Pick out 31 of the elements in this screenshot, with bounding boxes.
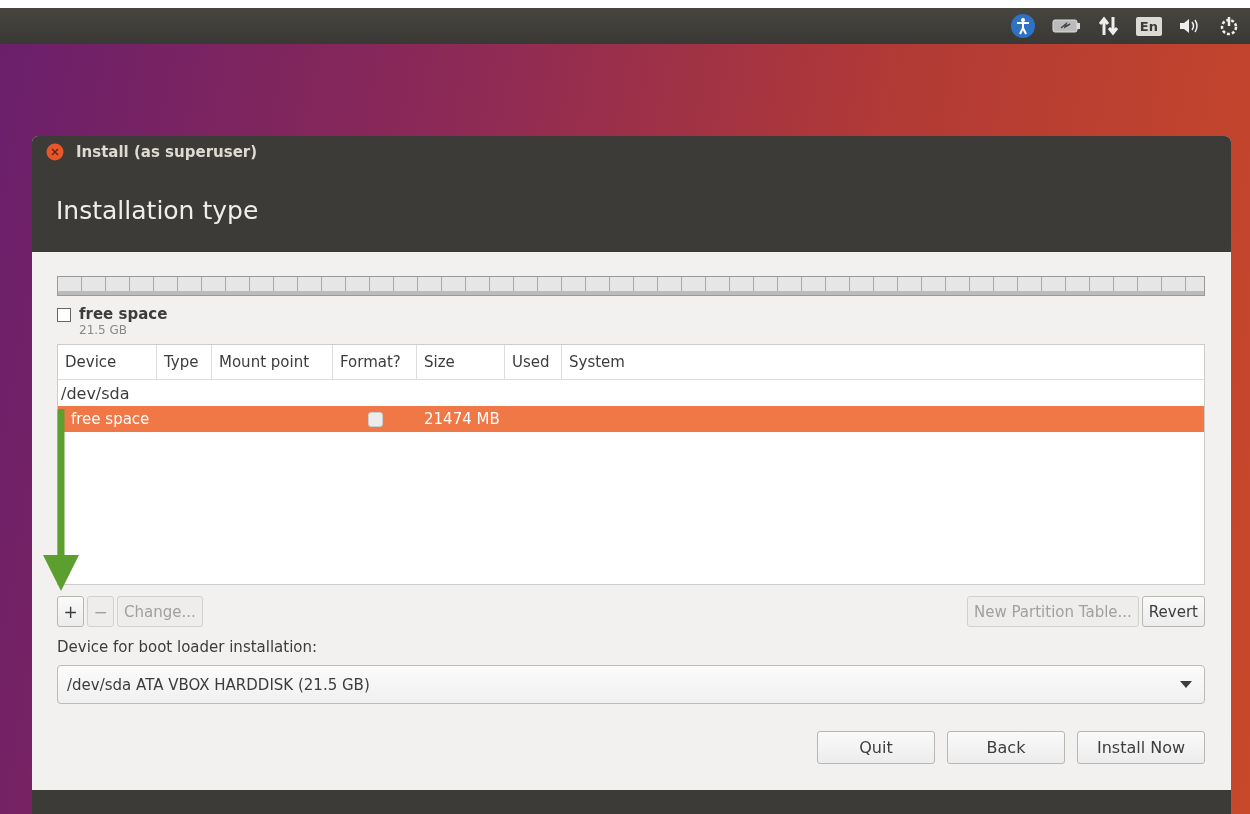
network-arrows-icon[interactable] [1097, 16, 1120, 36]
footer-button[interactable]: Install Now [1077, 731, 1205, 764]
dropdown-caret-icon [1180, 681, 1192, 688]
boot-device-dropdown[interactable]: /dev/sda ATA VBOX HARDDISK (21.5 GB) [57, 665, 1205, 704]
size-cell-text: 21474 MB [423, 410, 501, 428]
table-action-button[interactable]: Revert [1141, 596, 1205, 627]
table-row[interactable]: /dev/sda [58, 380, 1204, 406]
close-icon[interactable] [46, 143, 64, 161]
column-header[interactable]: Type [157, 345, 212, 379]
column-header[interactable]: Size [417, 345, 505, 379]
footer-button[interactable]: Quit [817, 731, 935, 764]
page-heading: Installation type [56, 195, 259, 225]
column-header[interactable]: Device [58, 345, 157, 379]
column-header[interactable]: Format? [333, 345, 417, 379]
add-button[interactable]: + [57, 596, 84, 627]
keyboard-layout-indicator[interactable]: En [1135, 16, 1162, 36]
legend-size: 21.5 GB [79, 323, 129, 337]
footer-button[interactable]: Back [947, 731, 1065, 764]
legend-label: free space [79, 305, 168, 323]
boot-loader-label: Device for boot loader installation: [57, 638, 319, 656]
device-cell-text: free space [70, 410, 151, 428]
column-header[interactable]: System [562, 345, 1204, 379]
device-cell-text: /dev/sda [60, 383, 130, 403]
legend-swatch [57, 308, 71, 322]
window-title: Install (as superuser) [76, 143, 258, 161]
column-header[interactable]: Used [505, 345, 562, 379]
battery-icon[interactable] [1051, 18, 1082, 34]
column-header[interactable]: Mount point [212, 345, 333, 379]
power-gear-icon[interactable] [1218, 15, 1240, 37]
format-checkbox[interactable] [367, 411, 383, 427]
accessibility-icon[interactable] [1009, 13, 1036, 39]
